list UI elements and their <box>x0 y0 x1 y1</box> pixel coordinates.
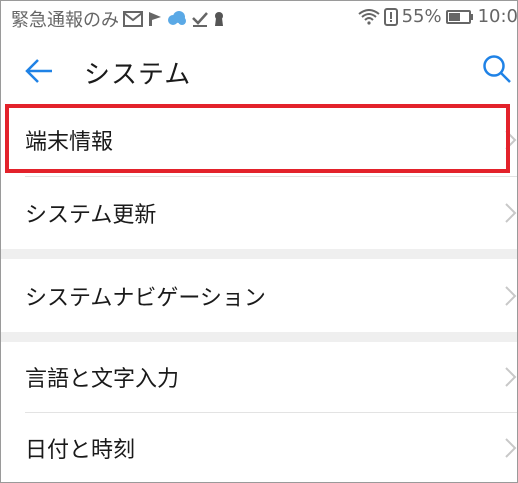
menu-item-label: 言語と文字入力 <box>25 367 180 392</box>
menu-item-language-input[interactable]: 言語と文字入力 <box>0 342 518 412</box>
clock: 10:0 <box>477 6 518 27</box>
battery-icon <box>445 9 474 25</box>
menu-item-system-navigation[interactable]: システムナビゲーション <box>0 259 518 332</box>
chevron-right-icon <box>505 438 517 458</box>
battery-percent: 55% <box>401 6 442 27</box>
menu-item-device-info[interactable]: 端末情報 <box>0 104 518 176</box>
section-divider <box>0 332 518 342</box>
mail-icon <box>123 11 143 27</box>
chevron-right-icon <box>505 367 517 387</box>
chevron-right-icon <box>505 130 517 150</box>
check-icon <box>191 11 209 27</box>
section-divider <box>0 249 518 259</box>
app-bar: システム <box>0 34 518 104</box>
menu-item-date-time[interactable]: 日付と時刻 <box>0 413 518 483</box>
flag-icon <box>147 11 163 27</box>
settings-list: 端末情報 システム更新 システムナビゲーション 言語と文字入力 日付と時刻 <box>0 104 518 483</box>
notification-text: 緊急通報のみ <box>11 10 119 31</box>
page-title: システム <box>84 60 192 90</box>
keyhole-icon <box>213 11 225 27</box>
back-button[interactable] <box>22 56 56 86</box>
chevron-right-icon <box>505 203 517 223</box>
menu-item-label: 日付と時刻 <box>25 438 136 463</box>
menu-item-label: システムナビゲーション <box>25 285 266 311</box>
search-icon <box>483 55 511 83</box>
arrow-left-icon <box>25 59 52 83</box>
chevron-right-icon <box>505 285 517 306</box>
menu-item-label: 端末情報 <box>25 130 114 155</box>
status-bar: 緊急通報のみ 55% 10:0 <box>0 0 518 34</box>
search-button[interactable] <box>480 52 514 86</box>
alert-icon <box>383 7 398 26</box>
menu-item-label: システム更新 <box>25 203 157 228</box>
cloud-icon <box>167 11 187 27</box>
menu-item-system-update[interactable]: システム更新 <box>0 177 518 249</box>
wifi-icon <box>357 8 380 25</box>
